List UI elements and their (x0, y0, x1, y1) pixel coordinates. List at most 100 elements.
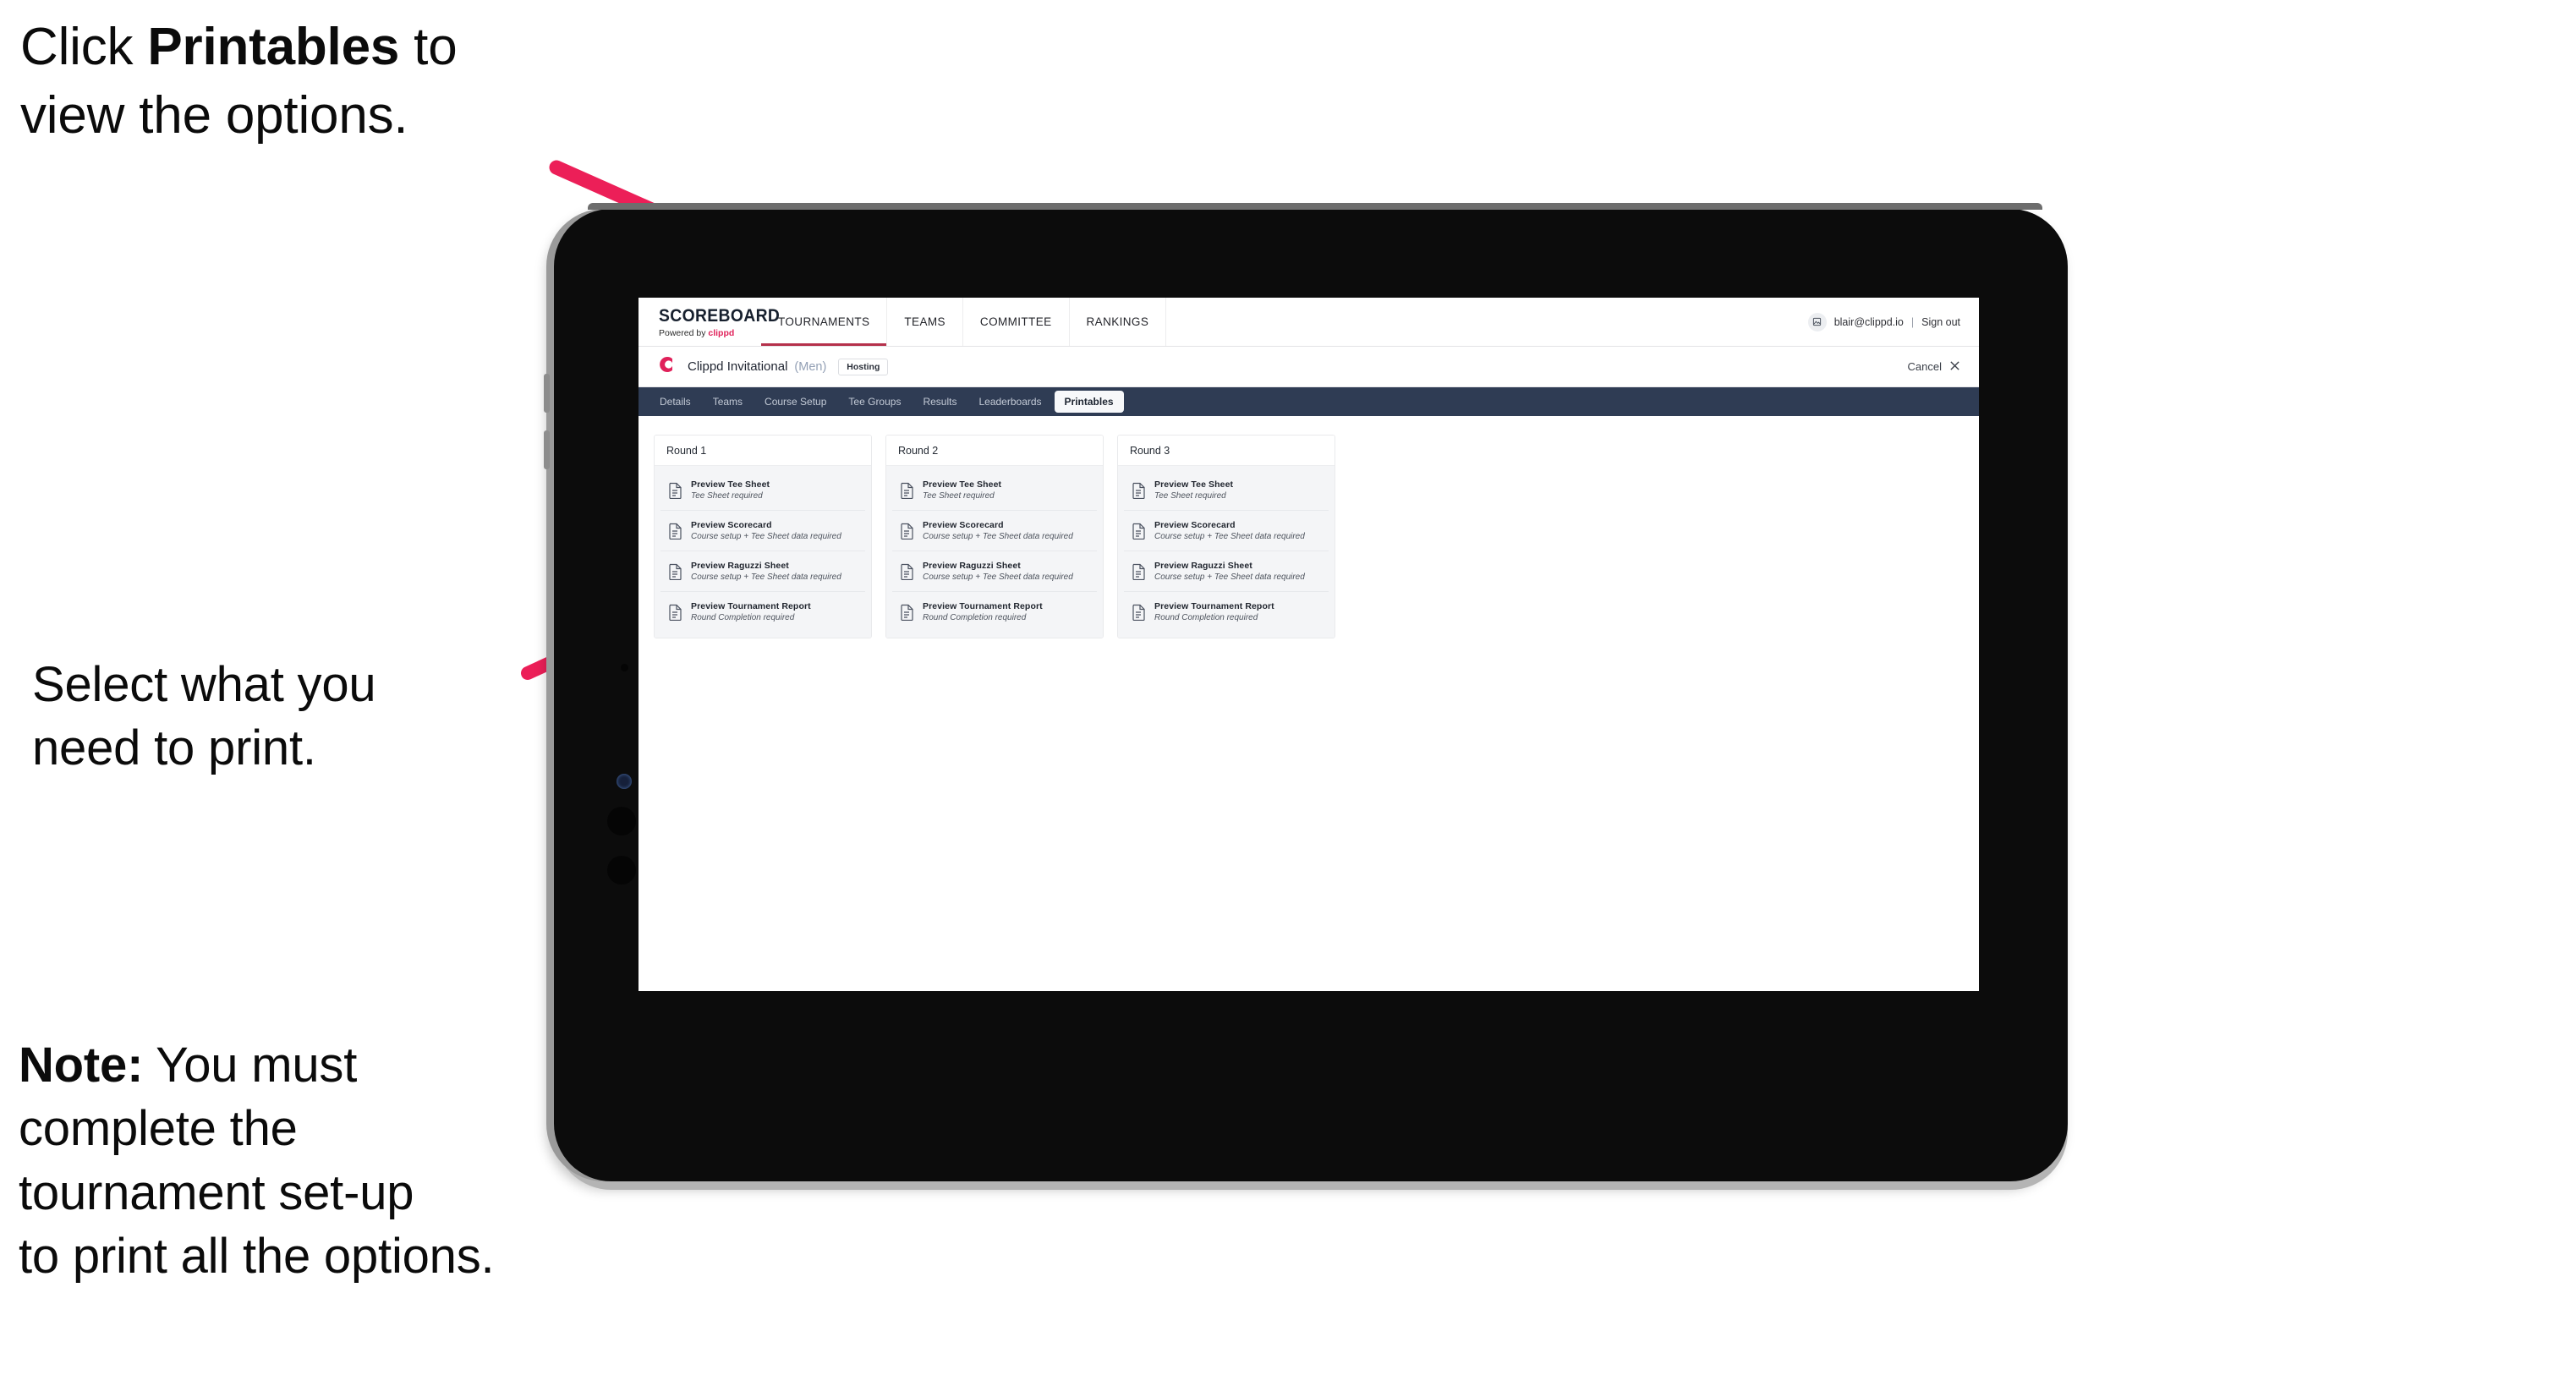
printable-title: Preview Scorecard (1154, 520, 1236, 530)
printable-item-scorecard[interactable]: Preview Scorecard Course setup + Tee She… (1124, 511, 1329, 551)
printable-title: Preview Scorecard (691, 520, 772, 530)
sub-nav-course-setup[interactable]: Course Setup (755, 392, 836, 412)
tablet-screen: SCOREBOARD Powered by clippd TOURNAMENTS… (639, 298, 1979, 991)
tournament-sub-nav: Details Teams Course Setup Tee Groups Re… (639, 387, 1979, 416)
top-nav-label: TEAMS (904, 315, 945, 328)
printable-item-tee-sheet[interactable]: Preview Tee Sheet Tee Sheet required (892, 470, 1097, 511)
close-icon (1949, 360, 1960, 374)
round-item-list: Preview Tee Sheet Tee Sheet required Pre… (886, 466, 1103, 638)
printable-requirement: Course setup + Tee Sheet data required (1154, 572, 1305, 582)
brand-title: SCOREBOARD (659, 305, 781, 326)
printable-requirement: Course setup + Tee Sheet data required (923, 572, 1073, 582)
volume-up-button[interactable] (544, 374, 550, 413)
sign-out-link[interactable]: Sign out (1921, 316, 1960, 328)
sub-nav-teams[interactable]: Teams (704, 392, 752, 412)
brand-powered-prefix: Powered by (659, 327, 709, 338)
tournament-gender: (Men) (794, 359, 827, 374)
printable-item-tee-sheet[interactable]: Preview Tee Sheet Tee Sheet required (660, 470, 865, 511)
printable-requirement: Round Completion required (1154, 613, 1258, 622)
tournament-name: Clippd Invitational (688, 359, 788, 374)
top-nav-label: RANKINGS (1086, 315, 1149, 328)
document-icon (900, 523, 914, 540)
top-nav-label: TOURNAMENTS (778, 315, 870, 328)
brand-subtitle: Powered by clippd (659, 328, 761, 338)
printable-requirement: Round Completion required (691, 613, 795, 622)
document-icon (668, 482, 682, 499)
printable-title: Preview Tee Sheet (1154, 479, 1234, 490)
account-separator: | (1910, 315, 1915, 328)
annotation-select-what-to-print: Select what you need to print. (32, 657, 376, 776)
printable-item-scorecard[interactable]: Preview Scorecard Course setup + Tee She… (660, 511, 865, 551)
printable-title: Preview Tee Sheet (923, 479, 1002, 490)
cancel-label: Cancel (1907, 360, 1942, 373)
status-badge: Hosting (838, 358, 889, 375)
printable-item-tournament-report[interactable]: Preview Tournament Report Round Completi… (1124, 592, 1329, 632)
clippd-logo-icon (655, 354, 676, 379)
sub-nav-label: Results (923, 396, 957, 408)
top-nav-committee[interactable]: COMMITTEE (963, 298, 1070, 346)
brand-logo[interactable]: SCOREBOARD Powered by clippd (639, 298, 781, 346)
printable-title: Preview Tournament Report (923, 601, 1043, 611)
sub-nav-label: Course Setup (765, 396, 827, 408)
document-icon (668, 604, 682, 621)
printable-requirement: Course setup + Tee Sheet data required (691, 572, 841, 582)
printable-title: Preview Tee Sheet (691, 479, 770, 490)
account-email: blair@clippd.io (1833, 315, 1904, 328)
printable-item-scorecard[interactable]: Preview Scorecard Course setup + Tee She… (892, 511, 1097, 551)
printable-title: Preview Scorecard (923, 520, 1004, 530)
sub-nav-details[interactable]: Details (650, 392, 700, 412)
sub-nav-label: Teams (712, 396, 743, 408)
round-heading: Round 1 (655, 436, 871, 466)
printable-item-tournament-report[interactable]: Preview Tournament Report Round Completi… (660, 592, 865, 632)
sub-nav-tee-groups[interactable]: Tee Groups (839, 392, 910, 412)
sub-nav-label: Printables (1064, 396, 1114, 408)
printable-title: Preview Tournament Report (691, 601, 811, 611)
sensor-icon (607, 807, 636, 835)
cancel-button[interactable]: Cancel (1908, 360, 1960, 374)
top-nav-teams[interactable]: TEAMS (887, 298, 963, 346)
front-camera-icon (617, 774, 632, 789)
document-icon (900, 563, 914, 580)
round-item-list: Preview Tee Sheet Tee Sheet required Pre… (1118, 466, 1335, 638)
document-icon (668, 563, 682, 580)
sub-nav-results[interactable]: Results (913, 392, 966, 412)
round-column: Round 3 Preview Tee Sheet Tee Sheet requ… (1117, 435, 1335, 638)
top-nav-label: COMMITTEE (979, 315, 1052, 328)
printable-item-tournament-report[interactable]: Preview Tournament Report Round Completi… (892, 592, 1097, 632)
sub-nav-leaderboards[interactable]: Leaderboards (969, 392, 1050, 412)
printable-title: Preview Tournament Report (1154, 601, 1274, 611)
top-nav-rankings[interactable]: RANKINGS (1070, 298, 1167, 346)
round-column: Round 1 Preview Tee Sheet Tee Sheet requ… (654, 435, 872, 638)
sub-nav-label: Tee Groups (848, 396, 902, 408)
printable-item-tee-sheet[interactable]: Preview Tee Sheet Tee Sheet required (1124, 470, 1329, 511)
sensor-icon (607, 856, 636, 885)
top-nav-tournaments[interactable]: TOURNAMENTS (761, 298, 888, 346)
round-heading: Round 3 (1118, 436, 1335, 466)
tablet-device: SCOREBOARD Powered by clippd TOURNAMENTS… (544, 203, 2068, 1181)
printables-content: Round 1 Preview Tee Sheet Tee Sheet requ… (639, 416, 1979, 991)
document-icon (1132, 604, 1146, 621)
printable-title: Preview Raguzzi Sheet (691, 561, 789, 571)
brand-powered-name: clippd (708, 327, 735, 338)
printable-requirement: Course setup + Tee Sheet data required (1154, 532, 1305, 541)
printable-item-raguzzi-sheet[interactable]: Preview Raguzzi Sheet Course setup + Tee… (892, 551, 1097, 592)
document-icon (668, 523, 682, 540)
printable-item-raguzzi-sheet[interactable]: Preview Raguzzi Sheet Course setup + Tee… (660, 551, 865, 592)
sub-nav-printables[interactable]: Printables (1054, 391, 1124, 413)
document-icon (900, 482, 914, 499)
annotation-click-printables: Click Printables to view the options. (20, 18, 458, 145)
user-avatar-icon[interactable] (1807, 312, 1827, 331)
microphone-icon (621, 664, 628, 671)
printable-requirement: Tee Sheet required (691, 491, 763, 501)
document-icon (900, 604, 914, 621)
printable-item-raguzzi-sheet[interactable]: Preview Raguzzi Sheet Course setup + Tee… (1124, 551, 1329, 592)
printable-requirement: Tee Sheet required (1154, 491, 1226, 501)
account-area: blair@clippd.io | Sign out (1807, 298, 1979, 346)
volume-down-button[interactable] (544, 430, 550, 469)
sub-nav-label: Leaderboards (978, 396, 1042, 408)
sub-nav-label: Details (660, 396, 691, 408)
round-item-list: Preview Tee Sheet Tee Sheet required Pre… (655, 466, 871, 638)
printable-requirement: Round Completion required (923, 613, 1027, 622)
printable-requirement: Course setup + Tee Sheet data required (691, 532, 841, 541)
printable-title: Preview Raguzzi Sheet (923, 561, 1021, 571)
